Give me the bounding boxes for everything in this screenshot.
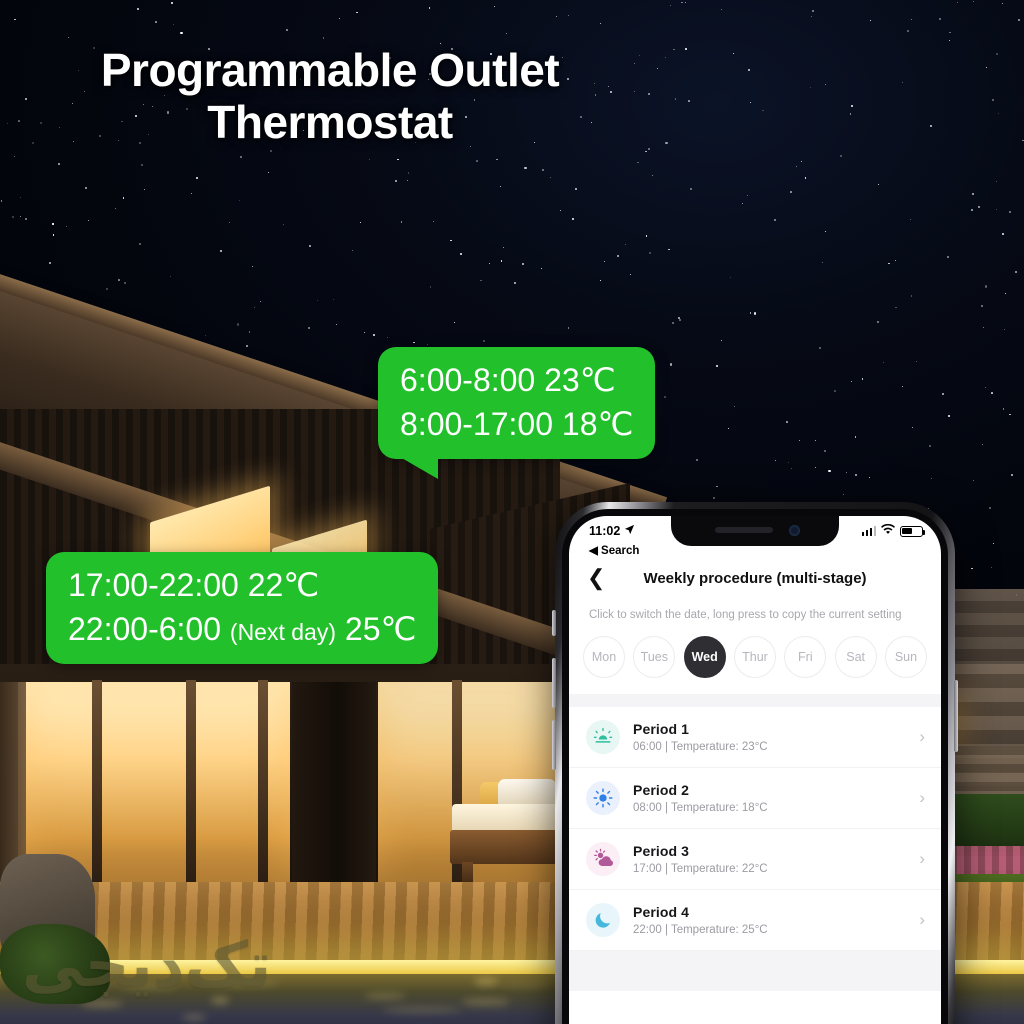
earpiece-speaker-icon xyxy=(715,527,773,533)
bubble-line: 6:00-8:00 23℃ xyxy=(400,362,616,398)
period-detail: 06:00 | Temperature: 23°C xyxy=(633,740,768,753)
period-name: Period 1 xyxy=(633,720,690,737)
wifi-icon xyxy=(881,524,895,538)
curtain xyxy=(0,682,26,882)
front-camera-icon xyxy=(789,525,800,536)
period-row[interactable]: Period 4 22:00 | Temperature: 25°C › xyxy=(569,890,941,951)
period-text: Period 1 06:00 | Temperature: 23°C xyxy=(633,721,906,753)
period-row[interactable]: Period 1 06:00 | Temperature: 23°C › xyxy=(569,707,941,768)
window-mullion xyxy=(186,680,196,884)
day-pill-label: Sun xyxy=(894,649,918,664)
day-pill-fri[interactable]: Fri xyxy=(784,635,827,678)
day-pill-label: Tues xyxy=(640,649,668,664)
period-name: Period 4 xyxy=(633,903,690,920)
chevron-right-icon[interactable]: › xyxy=(919,850,925,867)
bubble-time-range: 22:00-6:00 xyxy=(68,611,222,647)
day-pill-tues[interactable]: Tues xyxy=(633,635,676,678)
schedule-bubble-morning: 6:00-8:00 23℃ 8:00-17:00 18℃ xyxy=(378,347,656,479)
sun-behind-cloud-icon xyxy=(586,841,620,876)
chevron-right-icon[interactable]: › xyxy=(919,911,925,928)
day-pill-sun[interactable]: Sun xyxy=(884,635,927,678)
day-pill-wed[interactable]: Wed xyxy=(683,635,726,678)
period-text: Period 2 08:00 | Temperature: 18°C xyxy=(633,782,906,814)
bubble-nextday-note: (Next day) xyxy=(229,619,336,645)
notch xyxy=(671,516,839,546)
day-selector: Mon Tues Wed Thur Fri Sat Sun xyxy=(569,634,941,694)
status-bar-left: 11:02 xyxy=(589,524,635,538)
day-pill-label: Wed xyxy=(691,649,718,664)
phone-screen: 11:02 ◀ Search ❮ Weekly procedure (multi… xyxy=(569,516,941,1024)
status-time: 11:02 xyxy=(589,524,621,538)
day-pill-thur[interactable]: Thur xyxy=(733,635,776,678)
period-detail: 08:00 | Temperature: 18°C xyxy=(633,801,768,814)
period-name: Period 3 xyxy=(633,842,690,859)
site-watermark: تک‌دیجی xyxy=(22,928,273,1001)
bubble-tail xyxy=(390,457,438,479)
sun-icon xyxy=(586,780,620,815)
status-bar-right xyxy=(861,524,926,538)
period-list: Period 1 06:00 | Temperature: 23°C › Period… xyxy=(569,706,941,951)
smartphone-mockup: 11:02 ◀ Search ❮ Weekly procedure (multi… xyxy=(552,502,958,1024)
power-button[interactable] xyxy=(954,680,958,752)
sunrise-icon xyxy=(586,719,620,754)
day-pill-label: Sat xyxy=(846,649,866,664)
day-pill-sat[interactable]: Sat xyxy=(834,635,877,678)
day-pill-label: Thur xyxy=(742,649,768,664)
list-bottom-spacer xyxy=(569,950,941,991)
dark-curtain xyxy=(292,682,376,882)
title-line-1: Programmable Outlet xyxy=(100,44,560,96)
window-mullion xyxy=(92,680,102,884)
screen-title: Weekly procedure (multi-stage) xyxy=(643,569,867,587)
section-divider xyxy=(569,693,941,707)
bubble-temp: 25℃ xyxy=(344,611,417,647)
day-pill-mon[interactable]: Mon xyxy=(583,635,625,678)
chevron-right-icon[interactable]: › xyxy=(919,728,925,745)
volume-down-button[interactable] xyxy=(552,720,556,770)
chevron-right-icon[interactable]: › xyxy=(919,789,925,806)
volume-up-button[interactable] xyxy=(552,658,556,708)
mute-switch-button[interactable] xyxy=(552,610,556,636)
page-title: Programmable Outlet Thermostat xyxy=(0,44,660,149)
day-pill-label: Mon xyxy=(591,649,617,664)
period-row[interactable]: Period 3 17:00 | Temperature: 22°C › xyxy=(569,829,941,890)
chevron-left-icon[interactable]: ❮ xyxy=(587,567,613,589)
battery-icon xyxy=(900,525,926,537)
period-text: Period 3 17:00 | Temperature: 22°C xyxy=(633,843,906,875)
period-text: Period 4 22:00 | Temperature: 25°C xyxy=(633,904,906,936)
location-arrow-icon xyxy=(624,524,635,538)
bubble-line-nextday: 22:00-6:00 (Next day) 25℃ xyxy=(68,610,416,648)
schedule-bubble-evening: 17:00-22:00 22℃ 22:00-6:00 (Next day) 25… xyxy=(46,552,439,664)
nav-bar: ❮ Weekly procedure (multi-stage) xyxy=(569,557,941,601)
period-detail: 22:00 | Temperature: 25°C xyxy=(633,923,768,936)
period-name: Period 2 xyxy=(633,781,690,798)
bubble-line: 8:00-17:00 18℃ xyxy=(400,406,634,442)
window-mullion xyxy=(258,680,268,884)
moon-icon xyxy=(586,902,620,937)
glass-door-bay xyxy=(18,682,290,882)
period-detail: 17:00 | Temperature: 22°C xyxy=(633,862,768,875)
period-row[interactable]: Period 2 08:00 | Temperature: 18°C › xyxy=(569,768,941,829)
day-pill-label: Fri xyxy=(798,649,813,664)
bubble-line: 17:00-22:00 22℃ xyxy=(68,567,320,603)
hint-text: Click to switch the date, long press to … xyxy=(589,609,902,621)
title-line-2: Thermostat xyxy=(207,96,453,149)
cellular-bars-icon xyxy=(861,526,876,536)
